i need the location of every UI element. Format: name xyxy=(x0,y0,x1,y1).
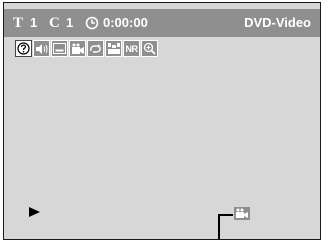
audio-button[interactable] xyxy=(33,40,50,57)
zoom-button[interactable] xyxy=(141,40,158,57)
title-number: 1 xyxy=(30,15,38,30)
play-indicator-icon xyxy=(29,207,40,217)
elapsed-time: 0:00:00 xyxy=(103,15,148,30)
info-button[interactable] xyxy=(15,40,32,57)
surround-icon xyxy=(107,43,120,54)
repeat-button[interactable] xyxy=(87,40,104,57)
repeat-icon xyxy=(90,43,101,53)
disc-type: DVD-Video xyxy=(244,15,311,30)
chapter-number: 1 xyxy=(66,15,74,30)
noise-reduction-icon: NR xyxy=(125,43,139,54)
surround-button[interactable] xyxy=(105,40,122,57)
callout-line xyxy=(218,214,233,216)
angle-icon xyxy=(71,43,84,54)
info-icon xyxy=(17,42,30,55)
noise-reduction-button[interactable]: NR xyxy=(123,40,140,57)
subtitle-button[interactable] xyxy=(51,40,68,57)
clock-icon xyxy=(85,16,99,30)
callout-line-vertical xyxy=(218,214,220,239)
angle-indicator-icon xyxy=(234,207,250,220)
status-bar: T 1 C 1 0:00:00 DVD-Video xyxy=(4,9,320,37)
title-label: T xyxy=(13,15,24,31)
zoom-icon xyxy=(143,42,156,55)
tv-screen: T 1 C 1 0:00:00 DVD-Video NR xyxy=(3,2,321,240)
chapter-label: C xyxy=(49,15,60,31)
angle-button[interactable] xyxy=(69,40,86,57)
audio-icon xyxy=(35,43,47,54)
function-icon-row: NR xyxy=(15,40,158,57)
subtitle-icon xyxy=(53,43,66,54)
